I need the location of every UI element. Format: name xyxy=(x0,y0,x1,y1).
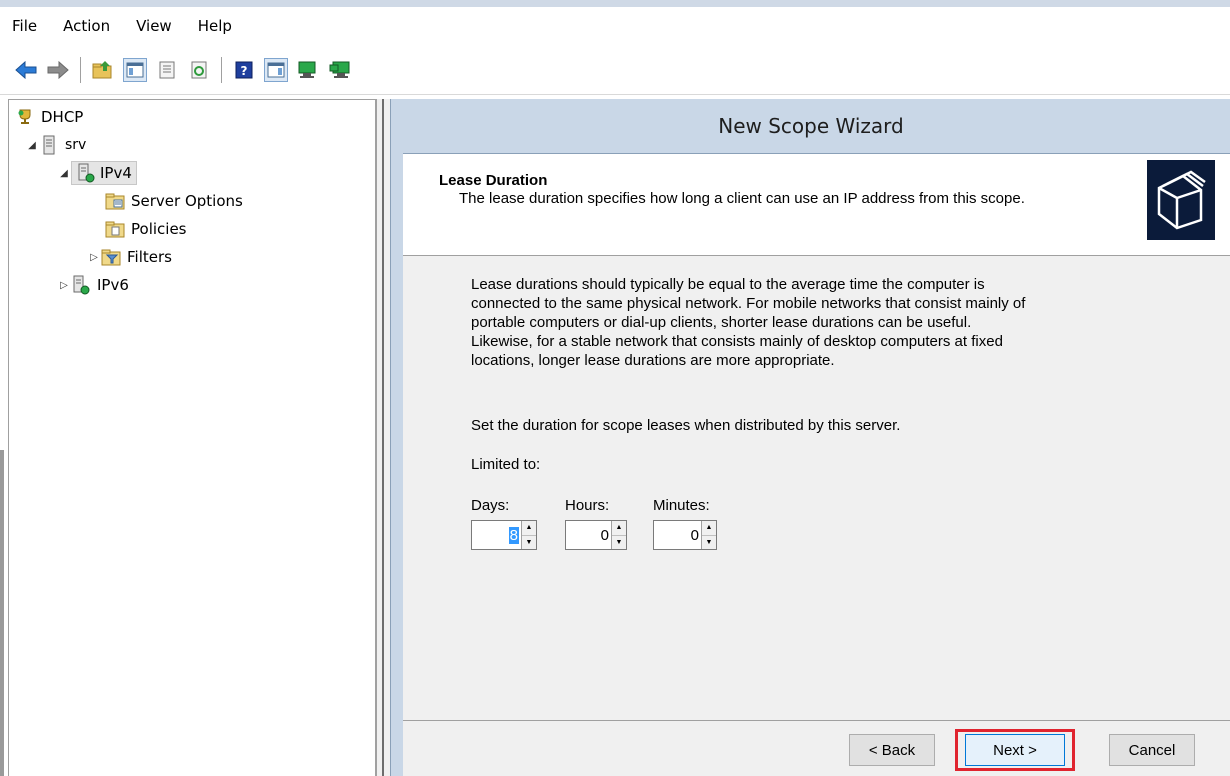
menu-view[interactable]: View xyxy=(134,13,174,39)
policies-icon xyxy=(105,219,125,239)
tree-label-policies: Policies xyxy=(131,220,187,238)
cancel-button[interactable]: Cancel xyxy=(1109,734,1195,766)
server-icon xyxy=(39,135,59,155)
tree-node-server[interactable]: ◢ srv xyxy=(25,131,86,159)
pane-splitter[interactable] xyxy=(376,99,390,776)
menu-file[interactable]: File xyxy=(10,13,39,39)
hours-input[interactable]: 0 xyxy=(566,521,611,549)
tree-node-server-options[interactable]: Server Options xyxy=(105,187,243,215)
limited-to-label: Limited to: xyxy=(471,456,541,473)
svg-text:?: ? xyxy=(241,64,248,78)
wizard-folders-icon xyxy=(1147,160,1215,240)
ipv4-selected-item[interactable]: IPv4 xyxy=(71,161,137,185)
hours-down-arrow-icon[interactable]: ▼ xyxy=(612,535,626,549)
back-button[interactable]: < Back xyxy=(849,734,935,766)
console-tree: DHCP ◢ srv ◢ IPv4 Server Options Policie… xyxy=(8,99,376,776)
minutes-up-arrow-icon[interactable]: ▲ xyxy=(702,521,716,536)
days-up-arrow-icon[interactable]: ▲ xyxy=(522,521,536,536)
lease-explanation-line: connected to the same physical network. … xyxy=(471,295,1026,312)
toolbar-separator xyxy=(80,56,81,83)
footer-separator xyxy=(403,720,1230,721)
wizard-title: New Scope Wizard xyxy=(718,114,904,138)
hours-spinner[interactable]: 0 ▲ ▼ xyxy=(565,520,627,550)
dhcp-trophy-icon xyxy=(15,107,35,127)
tree-label-server-options: Server Options xyxy=(131,192,243,210)
tree-label-srv: srv xyxy=(65,137,87,153)
window-top-strip xyxy=(0,0,1230,7)
forward-arrow-icon[interactable] xyxy=(46,58,70,82)
left-window-edge xyxy=(0,450,4,776)
collapse-arrow-icon[interactable]: ◢ xyxy=(57,168,71,179)
minutes-spinner[interactable]: 0 ▲ ▼ xyxy=(653,520,717,550)
wizard-header: Lease Duration The lease duration specif… xyxy=(403,154,1230,256)
hours-up-arrow-icon[interactable]: ▲ xyxy=(612,521,626,536)
lease-explanation-line: locations, longer lease durations are mo… xyxy=(471,352,835,369)
days-input[interactable]: 8 xyxy=(472,521,521,549)
tree-label-ipv6: IPv6 xyxy=(97,276,129,294)
show-action-pane-icon[interactable] xyxy=(264,57,288,82)
days-label: Days: xyxy=(471,497,510,514)
tree-label-ipv4: IPv4 xyxy=(100,164,132,182)
next-button[interactable]: Next > xyxy=(965,734,1065,766)
tree-node-filters[interactable]: ▷ Filters xyxy=(87,243,172,271)
tree-node-ipv6[interactable]: ▷ IPv6 xyxy=(57,271,129,299)
wizard-body: Lease Duration The lease duration specif… xyxy=(403,153,1230,776)
tree-label-filters: Filters xyxy=(127,248,172,266)
hours-label: Hours: xyxy=(565,497,610,514)
authorize-server-icon[interactable] xyxy=(328,58,352,82)
lease-explanation-line: portable computers or dial-up clients, s… xyxy=(471,314,972,331)
section-description: The lease duration specifies how long a … xyxy=(459,190,1025,207)
up-folder-icon[interactable] xyxy=(91,58,115,82)
lease-explanation-line: Likewise, for a stable network that cons… xyxy=(471,333,1003,350)
properties-icon[interactable] xyxy=(155,58,179,82)
minutes-label: Minutes: xyxy=(653,497,710,514)
expand-arrow-icon[interactable]: ▷ xyxy=(57,280,71,291)
collapse-arrow-icon[interactable]: ◢ xyxy=(25,140,39,151)
tree-node-dhcp[interactable]: DHCP xyxy=(15,103,83,131)
minutes-input[interactable]: 0 xyxy=(654,521,701,549)
tree-node-policies[interactable]: Policies xyxy=(105,215,186,243)
back-arrow-icon[interactable] xyxy=(14,58,38,82)
splitter-line xyxy=(382,99,384,776)
filters-icon xyxy=(101,247,121,267)
server-options-icon xyxy=(105,191,125,211)
expand-arrow-icon[interactable]: ▷ xyxy=(87,252,101,263)
menu-help[interactable]: Help xyxy=(196,13,234,39)
toolbar-separator xyxy=(221,56,222,83)
help-icon[interactable]: ? xyxy=(232,58,256,82)
toolbar: ? xyxy=(0,45,1230,95)
refresh-icon[interactable] xyxy=(187,58,211,82)
days-value: 8 xyxy=(508,526,519,544)
menu-bar: File Action View Help xyxy=(0,7,1230,45)
days-down-arrow-icon[interactable]: ▼ xyxy=(522,535,536,549)
days-spinner[interactable]: 8 ▲ ▼ xyxy=(471,520,537,550)
tree-label-dhcp: DHCP xyxy=(41,108,84,126)
display-statistics-icon[interactable] xyxy=(296,58,320,82)
lease-explanation-line: Lease durations should typically be equa… xyxy=(471,276,985,293)
minutes-down-arrow-icon[interactable]: ▼ xyxy=(702,535,716,549)
menu-action[interactable]: Action xyxy=(61,13,112,39)
lease-explanation: Lease durations should typically be equa… xyxy=(471,275,1111,370)
ipv6-server-icon xyxy=(71,275,91,295)
section-title: Lease Duration xyxy=(439,172,548,189)
set-duration-text: Set the duration for scope leases when d… xyxy=(471,417,901,434)
new-scope-wizard: New Scope Wizard Lease Duration The leas… xyxy=(390,99,1230,776)
show-hide-console-tree-icon[interactable] xyxy=(123,57,147,82)
ipv4-server-icon xyxy=(76,163,96,183)
tree-node-ipv4[interactable]: ◢ IPv4 xyxy=(57,159,137,187)
